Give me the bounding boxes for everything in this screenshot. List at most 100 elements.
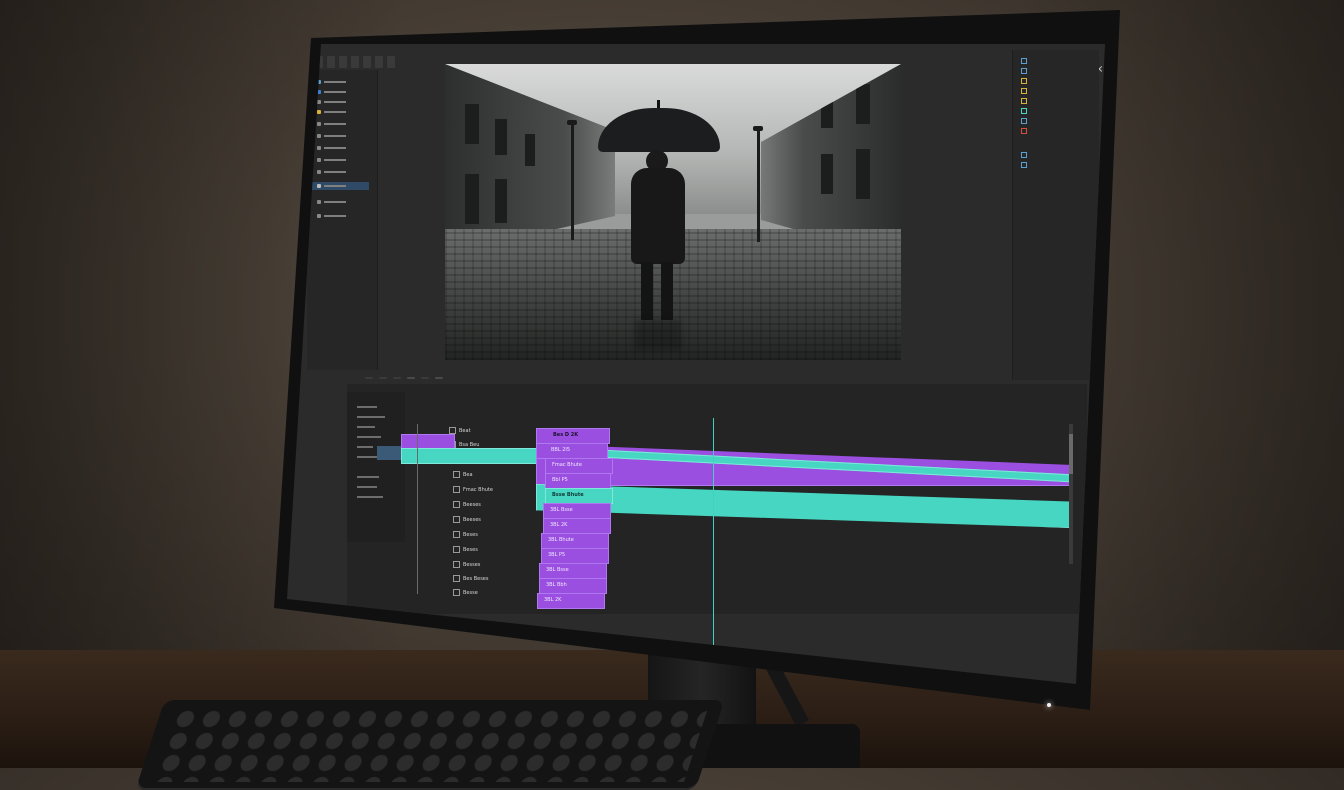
menu-bar — [315, 56, 395, 68]
timeline-clip[interactable]: 3BL Bsse — [543, 503, 611, 519]
effects-item[interactable] — [1021, 76, 1030, 85]
track-name: Beat — [459, 427, 471, 434]
project-item[interactable] — [317, 78, 346, 86]
track-header[interactable]: Besses — [453, 558, 480, 571]
project-item[interactable] — [317, 156, 346, 164]
track-header[interactable]: Fmac Bhute — [453, 483, 493, 496]
track-name: Bea — [463, 471, 473, 478]
timeline-ruler[interactable] — [597, 404, 1087, 412]
track-toggle-icon[interactable] — [453, 561, 460, 568]
timeline-clip[interactable]: 3BL Bsse — [539, 563, 607, 579]
transport-button[interactable] — [393, 377, 401, 379]
person-coat — [631, 168, 685, 264]
menu-item[interactable] — [351, 56, 359, 68]
track-toggle-icon[interactable] — [453, 589, 460, 596]
menu-item[interactable] — [375, 56, 383, 68]
file-icon — [317, 158, 321, 162]
effects-item[interactable] — [1021, 56, 1030, 65]
menu-item[interactable] — [339, 56, 347, 68]
transport-button[interactable] — [407, 377, 415, 379]
track-toggle-icon[interactable] — [453, 471, 460, 478]
tool-row[interactable] — [357, 496, 383, 498]
effects-item[interactable] — [1021, 66, 1030, 75]
project-item-label — [324, 171, 346, 173]
menu-item[interactable] — [387, 56, 395, 68]
track-selection — [377, 446, 401, 460]
timeline-clip[interactable]: 3BL 2K — [537, 593, 605, 609]
tool-row[interactable] — [357, 486, 377, 488]
effects-item[interactable] — [1021, 160, 1030, 169]
file-icon — [317, 170, 321, 174]
project-item-label — [324, 111, 346, 113]
person-leg — [641, 262, 653, 320]
project-item-label — [324, 215, 346, 217]
effect-icon — [1021, 151, 1027, 158]
file-icon — [317, 184, 321, 188]
track-header[interactable]: Beeses — [453, 498, 481, 511]
file-icon — [317, 122, 321, 126]
timeline-clip[interactable]: 3BL P5 — [541, 548, 609, 564]
effects-item[interactable] — [1021, 106, 1030, 115]
track-name: Beses — [463, 531, 478, 538]
transport-button[interactable] — [421, 377, 429, 379]
tool-row[interactable] — [357, 476, 379, 478]
timeline-scrollbar-thumb[interactable] — [1069, 434, 1073, 474]
timeline-clip[interactable]: BBL 2I5 — [536, 443, 608, 459]
effects-item[interactable] — [1021, 96, 1030, 105]
track-header[interactable]: Besse — [453, 586, 478, 599]
timeline-clip[interactable] — [401, 448, 553, 464]
track-header[interactable]: Bea — [453, 468, 473, 481]
track-header[interactable]: Beeses — [453, 513, 481, 526]
effects-item[interactable] — [1021, 86, 1030, 95]
effects-item[interactable] — [1021, 126, 1030, 135]
file-icon — [317, 110, 321, 114]
transport-button[interactable] — [379, 377, 387, 379]
tool-row[interactable] — [357, 406, 377, 408]
project-item[interactable] — [317, 88, 346, 96]
track-header[interactable]: Beses — [453, 528, 478, 541]
transport-button[interactable] — [365, 377, 373, 379]
track-toggle-icon[interactable] — [453, 516, 460, 523]
window — [525, 134, 535, 166]
timeline-clip[interactable]: 3BL Bhute — [541, 533, 609, 549]
menu-item[interactable] — [363, 56, 371, 68]
timeline-clip[interactable]: Fmac Bhute — [545, 458, 613, 474]
project-item[interactable] — [317, 120, 346, 128]
track-header[interactable]: Beses — [453, 543, 478, 556]
tool-row[interactable] — [357, 436, 381, 438]
timeline-clip[interactable]: Bsse Bhute — [545, 488, 613, 504]
tool-row[interactable] — [357, 426, 375, 428]
track-name: Beeses — [463, 501, 481, 508]
transport-button[interactable] — [435, 377, 443, 379]
track-toggle-icon[interactable] — [453, 531, 460, 538]
effects-item[interactable] — [1021, 116, 1030, 125]
timeline-clip[interactable]: Bes D 2K — [536, 428, 610, 444]
track-toggle-icon[interactable] — [453, 501, 460, 508]
track-toggle-icon[interactable] — [453, 546, 460, 553]
project-item[interactable] — [317, 98, 346, 106]
timeline-clip[interactable]: 3BL 2K — [543, 518, 611, 534]
person-reflection — [635, 320, 681, 350]
effect-icon — [1021, 87, 1027, 94]
project-item-selected[interactable] — [311, 182, 369, 190]
project-item[interactable] — [317, 198, 346, 206]
timeline-clip[interactable]: Bbl P5 — [545, 473, 611, 489]
tool-row[interactable] — [357, 446, 373, 448]
track-name: Bes Beses — [463, 575, 489, 582]
track-toggle-icon[interactable] — [449, 427, 456, 434]
project-item[interactable] — [317, 212, 346, 220]
program-monitor-preview[interactable] — [445, 64, 901, 360]
playhead[interactable] — [713, 418, 714, 668]
project-item[interactable] — [317, 132, 346, 140]
menu-item[interactable] — [327, 56, 335, 68]
timeline-clip[interactable]: 3BL Bbh — [539, 578, 607, 594]
window — [856, 149, 870, 199]
tool-row[interactable] — [357, 416, 385, 418]
track-header[interactable]: Bes Beses — [453, 572, 489, 585]
project-item[interactable] — [317, 144, 346, 152]
track-toggle-icon[interactable] — [453, 486, 460, 493]
project-item[interactable] — [317, 168, 346, 176]
project-item[interactable] — [317, 108, 346, 116]
track-toggle-icon[interactable] — [453, 575, 460, 582]
effects-item[interactable] — [1021, 150, 1030, 159]
